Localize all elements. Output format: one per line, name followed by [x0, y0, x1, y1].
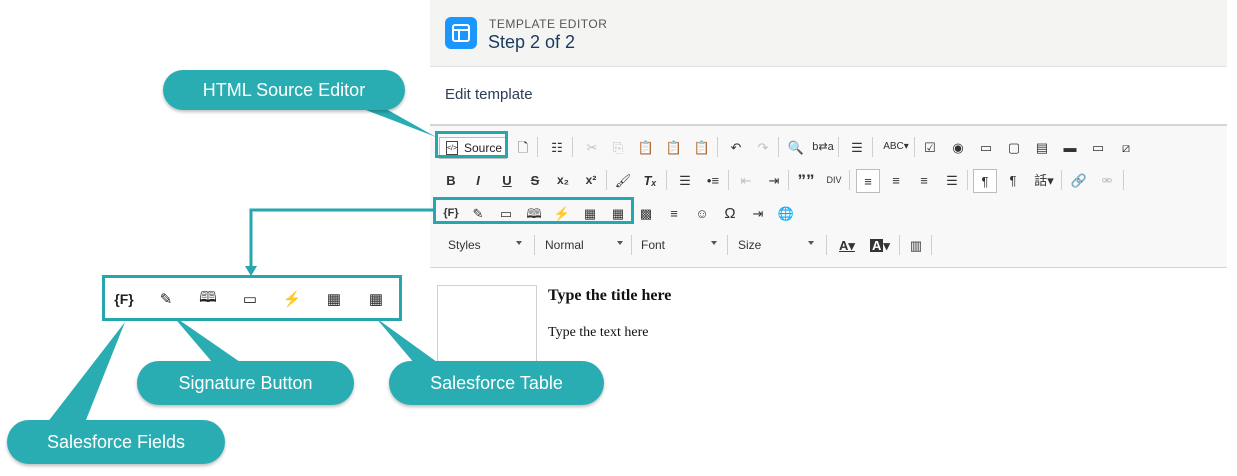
salesforce-table-callout: Salesforce Table: [389, 361, 604, 405]
flash-icon: ⚡: [282, 291, 302, 308]
signature-icon: ✎: [159, 291, 173, 308]
salesforce-fields-callout: Salesforce Fields: [7, 420, 225, 464]
html-source-editor-callout: HTML Source Editor: [163, 70, 405, 110]
salesforce-table-icon: ▦: [368, 291, 384, 308]
input-field-icon: ▭: [242, 291, 258, 308]
signature-button-callout: Signature Button: [137, 361, 354, 405]
table-icon: ▦: [326, 291, 342, 308]
salesforce-fields-icon: {F}: [114, 291, 134, 307]
book-icon: 🕮: [199, 288, 217, 306]
